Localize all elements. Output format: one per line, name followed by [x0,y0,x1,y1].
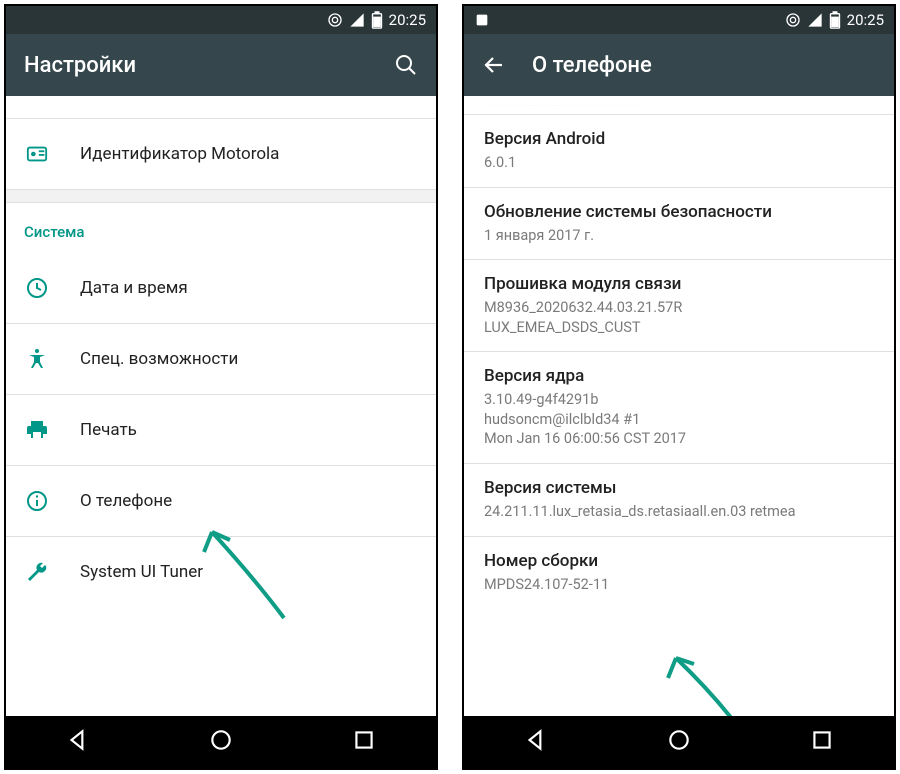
about-item-subtitle: M8936_2020632.44.03.21.57R LUX_EMEA_DSDS… [484,298,874,337]
cutoff-item: ………………………………… [464,96,894,115]
battery-icon [829,11,841,29]
section-header-system: Система [6,203,436,253]
screenshot-icon [474,12,490,28]
about-item-subtitle: 3.10.49-g4f4291b hudsoncm@ilclbld34 #1 M… [484,390,874,449]
about-item-kernel[interactable]: Версия ядра 3.10.49-g4f4291b hudsoncm@il… [464,352,894,463]
wrench-icon [24,560,50,584]
settings-item-print[interactable]: Печать [6,395,436,465]
circle-icon [327,12,343,28]
about-item-title: Версия ядра [484,366,874,386]
search-icon[interactable] [394,53,418,77]
settings-item-motorola-id[interactable]: Идентификатор Motorola [6,119,436,189]
back-arrow-icon[interactable] [482,53,506,77]
nav-back-button[interactable] [65,727,91,757]
nav-recent-button[interactable] [351,727,377,757]
settings-item-accessibility[interactable]: Спец. возможности [6,324,436,394]
printer-icon [24,418,50,442]
page-title: О телефоне [532,53,876,78]
status-time: 20:25 [847,11,884,29]
settings-item-label: О телефоне [80,491,172,511]
app-bar: Настройки [6,34,436,96]
status-time: 20:25 [389,11,426,29]
settings-content: Идентификатор Motorola Система Дата и вр… [6,96,436,716]
about-item-system-version[interactable]: Версия системы 24.211.11.lux_retasia_ds.… [464,464,894,536]
settings-item-datetime[interactable]: Дата и время [6,253,436,323]
nav-back-button[interactable] [523,727,549,757]
id-card-icon [24,143,50,165]
about-item-baseband[interactable]: Прошивка модуля связи M8936_2020632.44.0… [464,260,894,351]
phone-right: 20:25 О телефоне ………………………………… Версия An… [462,4,896,770]
info-icon [24,489,50,513]
about-item-security-patch[interactable]: Обновление системы безопасности 1 января… [464,188,894,260]
app-bar: О телефоне [464,34,894,96]
about-item-title: Прошивка модуля связи [484,274,874,294]
about-content: ………………………………… Версия Android 6.0.1 Обнов… [464,96,894,716]
settings-item-label: Идентификатор Motorola [80,144,279,164]
about-item-android-version[interactable]: Версия Android 6.0.1 [464,115,894,187]
annotation-arrow [654,644,774,716]
phone-left: 20:25 Настройки Идентификатор Motorola С… [4,4,438,770]
settings-item-label: Спец. возможности [80,349,238,369]
nav-home-button[interactable] [666,727,692,757]
about-item-subtitle: 24.211.11.lux_retasia_ds.retasiaall.en.0… [484,502,874,522]
settings-item-about-phone[interactable]: О телефоне [6,466,436,536]
about-item-title: Номер сборки [484,551,874,571]
signal-icon [349,12,365,28]
nav-recent-button[interactable] [809,727,835,757]
circle-icon [785,12,801,28]
about-item-subtitle: 1 января 2017 г. [484,226,874,246]
about-item-title: Версия Android [484,129,874,149]
clock-icon [24,276,50,300]
settings-item-label: System UI Tuner [80,562,203,582]
settings-item-label: Дата и время [80,278,188,298]
nav-bar [464,716,894,768]
signal-icon [807,12,823,28]
about-item-subtitle: 6.0.1 [484,153,874,173]
nav-bar [6,716,436,768]
about-item-title: Обновление системы безопасности [484,202,874,222]
battery-icon [371,11,383,29]
settings-item-label: Печать [80,420,137,440]
about-item-subtitle: MPDS24.107-52-11 [484,575,874,595]
status-bar: 20:25 [464,6,894,34]
status-bar: 20:25 [6,6,436,34]
nav-home-button[interactable] [208,727,234,757]
page-title: Настройки [24,53,368,78]
accessibility-icon [24,347,50,371]
about-item-build-number[interactable]: Номер сборки MPDS24.107-52-11 [464,537,894,609]
settings-item-system-ui-tuner[interactable]: System UI Tuner [6,537,436,607]
about-item-title: Версия системы [484,478,874,498]
